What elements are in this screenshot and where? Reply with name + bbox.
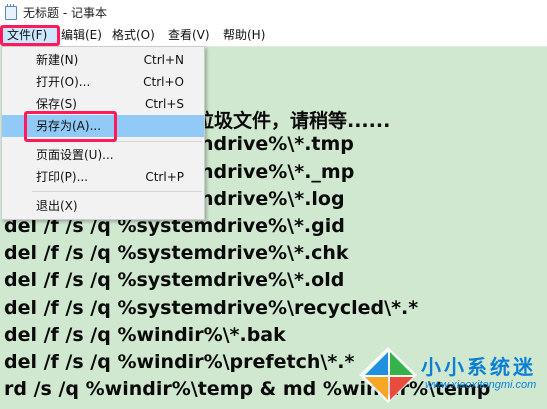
watermark-title: 小小系统迷: [421, 355, 536, 379]
menu-item-page-setup[interactable]: 页面设置(U)...: [2, 144, 204, 166]
menu-edit[interactable]: 编辑(E): [57, 25, 106, 46]
menu-item-label: 保存(S): [36, 97, 77, 111]
menu-format[interactable]: 格式(O): [108, 25, 159, 46]
file-dropdown-menu: 新建(N) Ctrl+N 打开(O)... Ctrl+O 保存(S) Ctrl+…: [1, 46, 205, 220]
menu-item-print[interactable]: 打印(P)... Ctrl+P: [2, 166, 204, 188]
menu-bar: 文件(F) 编辑(E) 格式(O) 查看(V) 帮助(H): [0, 25, 547, 47]
menu-item-new[interactable]: 新建(N) Ctrl+N: [2, 49, 204, 71]
editor-line: del /f /s /q %systemdrive%\*.chk: [4, 242, 349, 264]
menu-item-label: 打印(P)...: [36, 170, 89, 184]
notepad-icon: [5, 3, 17, 20]
menu-item-label: 打开(O)...: [36, 75, 91, 89]
watermark-url: www.xiaoxitongmi.com: [425, 379, 537, 391]
menu-item-save-as[interactable]: 另存为(A)...: [2, 115, 204, 137]
menu-file[interactable]: 文件(F): [3, 25, 57, 46]
menu-item-label: 页面设置(U)...: [36, 148, 114, 162]
editor-line: del /f /s /q %systemdrive%\*.old: [4, 269, 345, 291]
editor-line: ndrive%\*._mp: [200, 161, 355, 183]
editor-line: 垃圾文件，请稍等......: [195, 110, 391, 132]
menu-view[interactable]: 查看(V): [164, 25, 214, 46]
menu-item-shortcut: Ctrl+O: [143, 75, 184, 89]
menu-separator: [32, 141, 202, 142]
windows-logo-icon: [359, 347, 417, 403]
editor-line: ndrive%\*.tmp: [200, 133, 354, 155]
menu-item-save[interactable]: 保存(S) Ctrl+S: [2, 93, 204, 115]
menu-item-exit[interactable]: 退出(X): [2, 195, 204, 217]
editor-line: del /f /s /q %systemdrive%\recycled\*.*: [4, 297, 419, 319]
menu-separator: [32, 191, 202, 192]
editor-line: del /f /s /q %windir%\*.bak: [4, 324, 286, 346]
editor-line: ndrive%\*.log: [200, 188, 345, 210]
menu-item-shortcut: Ctrl+N: [143, 53, 184, 67]
menu-item-label: 新建(N): [36, 53, 79, 67]
menu-help[interactable]: 帮助(H): [219, 25, 269, 46]
menu-item-open[interactable]: 打开(O)... Ctrl+O: [2, 71, 204, 93]
menu-item-label: 退出(X): [36, 199, 78, 213]
menu-item-label: 另存为(A)...: [36, 119, 102, 133]
editor-line: del /f /s /q %windir%\prefetch\*.*: [4, 351, 355, 373]
menu-item-shortcut: Ctrl+S: [144, 97, 184, 111]
menu-item-shortcut: Ctrl+P: [145, 170, 184, 184]
title-bar: 无标题 - 记事本: [0, 0, 547, 26]
watermark: 小小系统迷 www.xiaoxitongmi.com: [355, 343, 545, 405]
window-title: 无标题 - 记事本: [23, 6, 107, 20]
